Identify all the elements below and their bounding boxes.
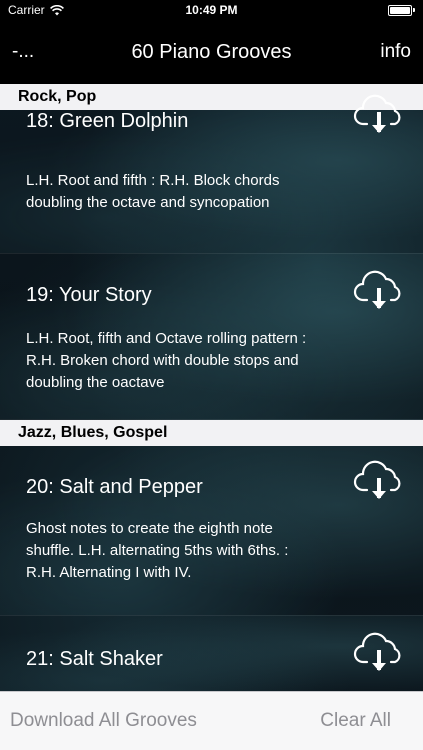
status-time: 10:49 PM: [185, 3, 238, 17]
list-item-your-story[interactable]: 19: Your Story L.H. Root, fifth and Octa…: [0, 254, 423, 420]
item-description-line: shuffle. L.H. alternating 5ths with 6ths…: [26, 542, 289, 559]
info-button[interactable]: info: [380, 41, 411, 63]
section-header-jazz-blues-gospel: Jazz, Blues, Gospel: [0, 420, 423, 446]
item-description-line: R.H. Broken chord with double stops and: [26, 352, 299, 369]
item-description-line: doubling the oactave: [26, 374, 165, 391]
list-item-salt-shaker[interactable]: 21: Salt Shaker: [0, 616, 423, 691]
section-header-label: Rock, Pop: [18, 88, 97, 105]
item-description-line: doubling the octave and syncopation: [26, 194, 270, 211]
item-description-line: L.H. Root and fifth : R.H. Block chords: [26, 172, 280, 189]
item-title: 21: Salt Shaker: [26, 648, 163, 670]
item-title: 20: Salt and Pepper: [26, 476, 203, 498]
cloud-download-icon[interactable]: [353, 270, 405, 312]
back-button[interactable]: -...: [12, 41, 34, 63]
download-all-button[interactable]: Download All Grooves: [10, 710, 197, 732]
grooves-list[interactable]: Rock, Pop 18: Green Dolphin L.H. Root an…: [0, 84, 423, 691]
bottom-toolbar: Download All Grooves Clear All: [0, 691, 423, 750]
navigation-bar: -... 60 Piano Grooves info: [0, 20, 423, 84]
cloud-download-icon[interactable]: [353, 632, 405, 674]
item-title: 18: Green Dolphin: [26, 110, 189, 132]
cloud-download-icon[interactable]: [353, 460, 405, 502]
item-description: L.H. Root and fifth : R.H. Block chords …: [26, 170, 279, 214]
clear-all-button[interactable]: Clear All: [320, 710, 391, 732]
item-title: 19: Your Story: [26, 284, 152, 306]
item-description-line: L.H. Root, fifth and Octave rolling patt…: [26, 330, 307, 347]
list-item-green-dolphin[interactable]: 18: Green Dolphin L.H. Root and fifth : …: [0, 94, 423, 254]
item-description-line: R.H. Alternating I with IV.: [26, 564, 192, 581]
status-bar: Carrier 10:49 PM: [0, 0, 423, 20]
item-description: L.H. Root, fifth and Octave rolling patt…: [26, 328, 306, 394]
page-title: 60 Piano Grooves: [131, 40, 292, 63]
list-item-salt-and-pepper[interactable]: 20: Salt and Pepper Ghost notes to creat…: [0, 446, 423, 616]
section-header-label: Jazz, Blues, Gospel: [18, 424, 168, 441]
item-description-line: Ghost notes to create the eighth note: [26, 520, 273, 537]
item-description: Ghost notes to create the eighth note sh…: [26, 518, 288, 584]
cloud-download-icon[interactable]: [353, 94, 405, 136]
